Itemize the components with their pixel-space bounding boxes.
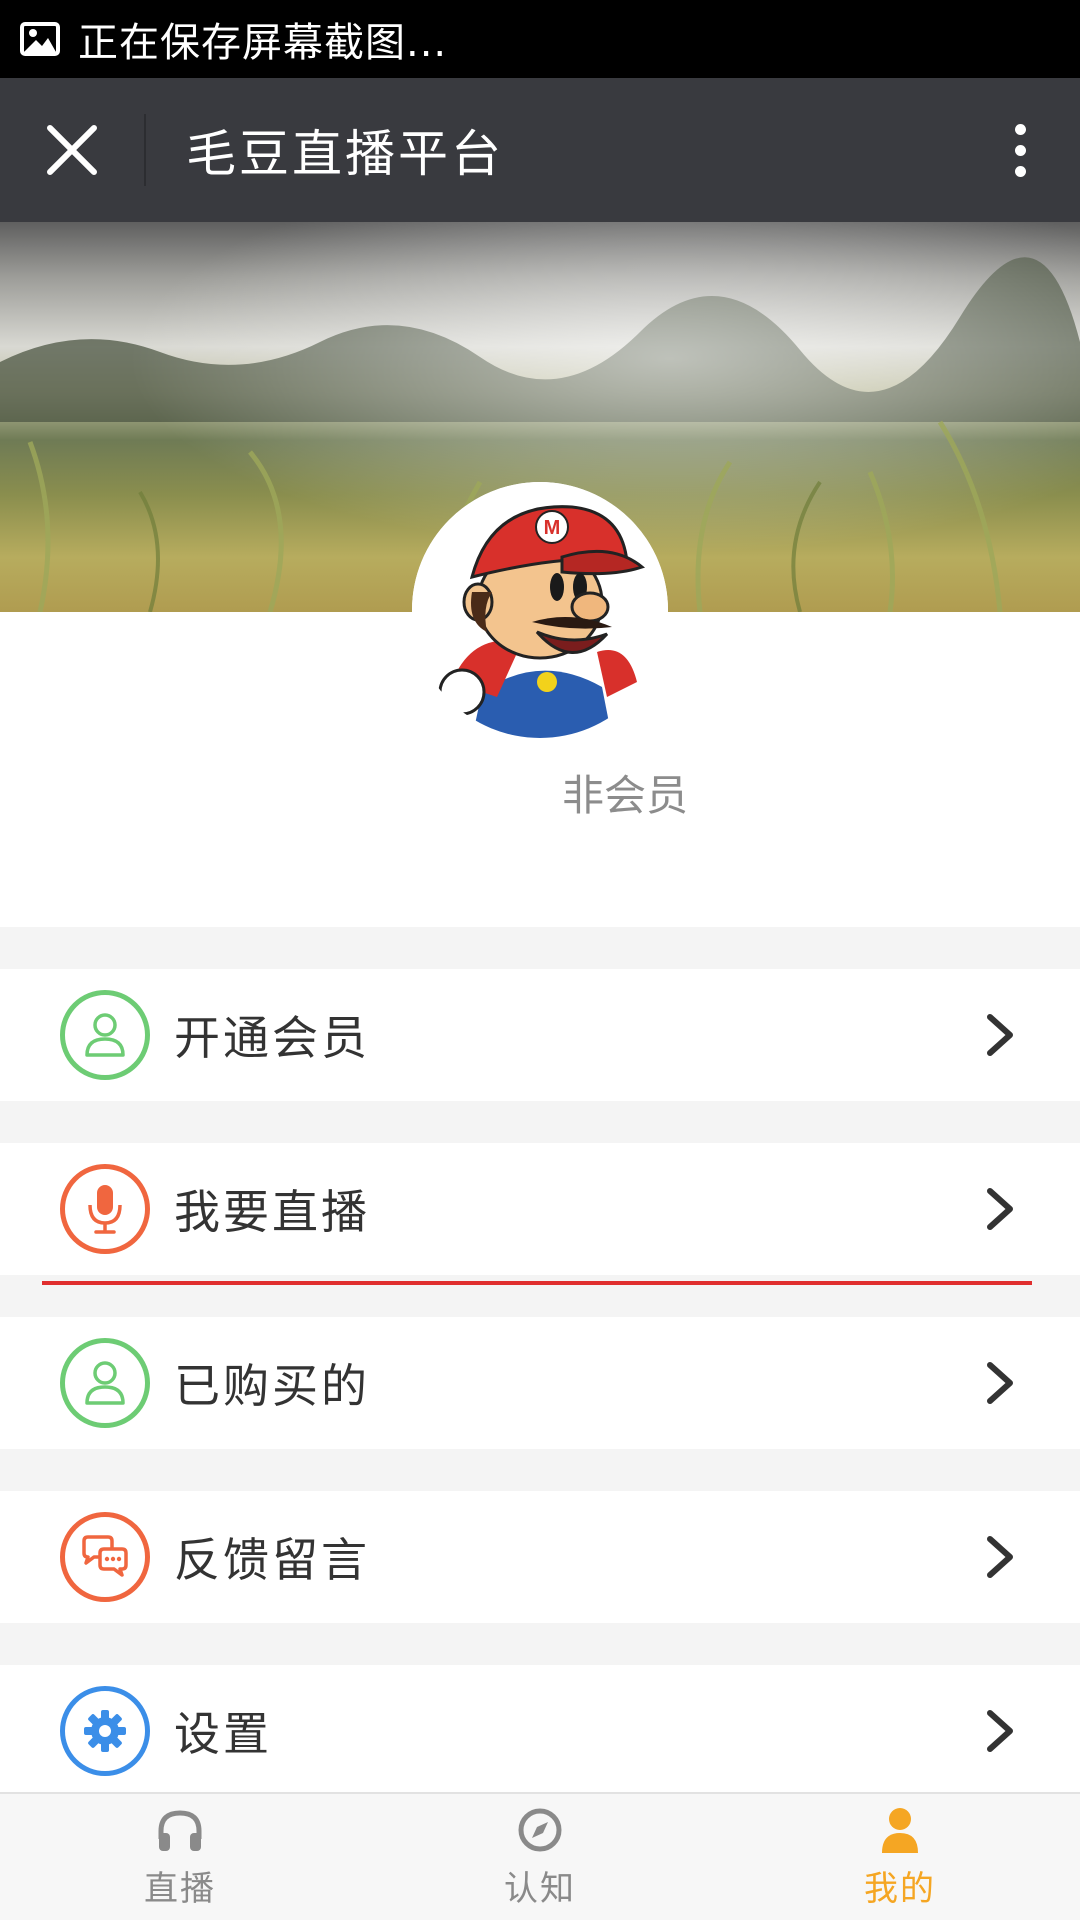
- close-button[interactable]: [0, 78, 144, 222]
- bottom-tab-bar: 直播 认知 我的: [0, 1792, 1080, 1920]
- chevron-right-icon: [987, 1710, 1013, 1752]
- more-dot: [1014, 123, 1026, 135]
- user-icon: [85, 1361, 125, 1405]
- membership-status: 非会员: [561, 771, 688, 820]
- tab-label: 我的: [864, 1868, 936, 1909]
- menu-item-start-live[interactable]: 我要直播: [0, 1143, 1080, 1275]
- menu-item-purchased[interactable]: 已购买的: [0, 1317, 1080, 1449]
- menu-icon-circle: [60, 1164, 150, 1254]
- menu-icon-circle: [60, 1512, 150, 1602]
- menu-icon-circle: [60, 990, 150, 1080]
- chevron-right-icon: [987, 1014, 1013, 1056]
- menu-item-label: 反馈留言: [174, 1533, 370, 1587]
- more-options-button[interactable]: [972, 78, 1068, 222]
- close-icon: [47, 125, 97, 175]
- menu-icon-circle: [60, 1338, 150, 1428]
- app-bar-divider: [144, 114, 146, 186]
- avatar-image: M: [412, 482, 668, 738]
- app-bar: 毛豆直播平台: [0, 78, 1080, 222]
- tab-cognition[interactable]: 认知: [360, 1794, 720, 1920]
- more-dot: [1014, 144, 1026, 156]
- avatar[interactable]: M: [412, 482, 668, 738]
- menu-item-open-membership[interactable]: 开通会员: [0, 969, 1080, 1101]
- menu-item-feedback[interactable]: 反馈留言: [0, 1491, 1080, 1623]
- tab-label: 认知: [504, 1868, 576, 1909]
- menu-item-settings[interactable]: 设置: [0, 1665, 1080, 1797]
- page-title: 毛豆直播平台: [186, 125, 504, 183]
- chevron-right-icon: [987, 1362, 1013, 1404]
- menu-item-label: 我要直播: [174, 1185, 370, 1239]
- image-icon: [20, 22, 60, 56]
- status-bar: 正在保存屏幕截图...: [0, 0, 1080, 78]
- chevron-right-icon: [987, 1536, 1013, 1578]
- more-dot: [1014, 165, 1026, 177]
- headphones-icon: [158, 1809, 202, 1851]
- svg-text:M: M: [544, 517, 561, 539]
- microphone-icon: [88, 1185, 122, 1234]
- compass-icon: [518, 1808, 562, 1851]
- status-text: 正在保存屏幕截图...: [78, 20, 448, 66]
- menu-icon-circle: [60, 1686, 150, 1776]
- menu-item-label: 已购买的: [174, 1359, 370, 1413]
- menu-item-label: 设置: [174, 1707, 272, 1761]
- user-icon: [85, 1013, 125, 1057]
- chevron-right-icon: [987, 1188, 1013, 1230]
- tab-label: 直播: [144, 1868, 216, 1909]
- tab-live[interactable]: 直播: [0, 1794, 360, 1920]
- gear-icon: [84, 1710, 126, 1752]
- person-icon: [882, 1807, 918, 1853]
- highlight-underline: [42, 1281, 1032, 1285]
- menu-item-label: 开通会员: [174, 1011, 370, 1065]
- tab-mine[interactable]: 我的: [720, 1794, 1080, 1920]
- chat-bubbles-icon: [82, 1535, 128, 1577]
